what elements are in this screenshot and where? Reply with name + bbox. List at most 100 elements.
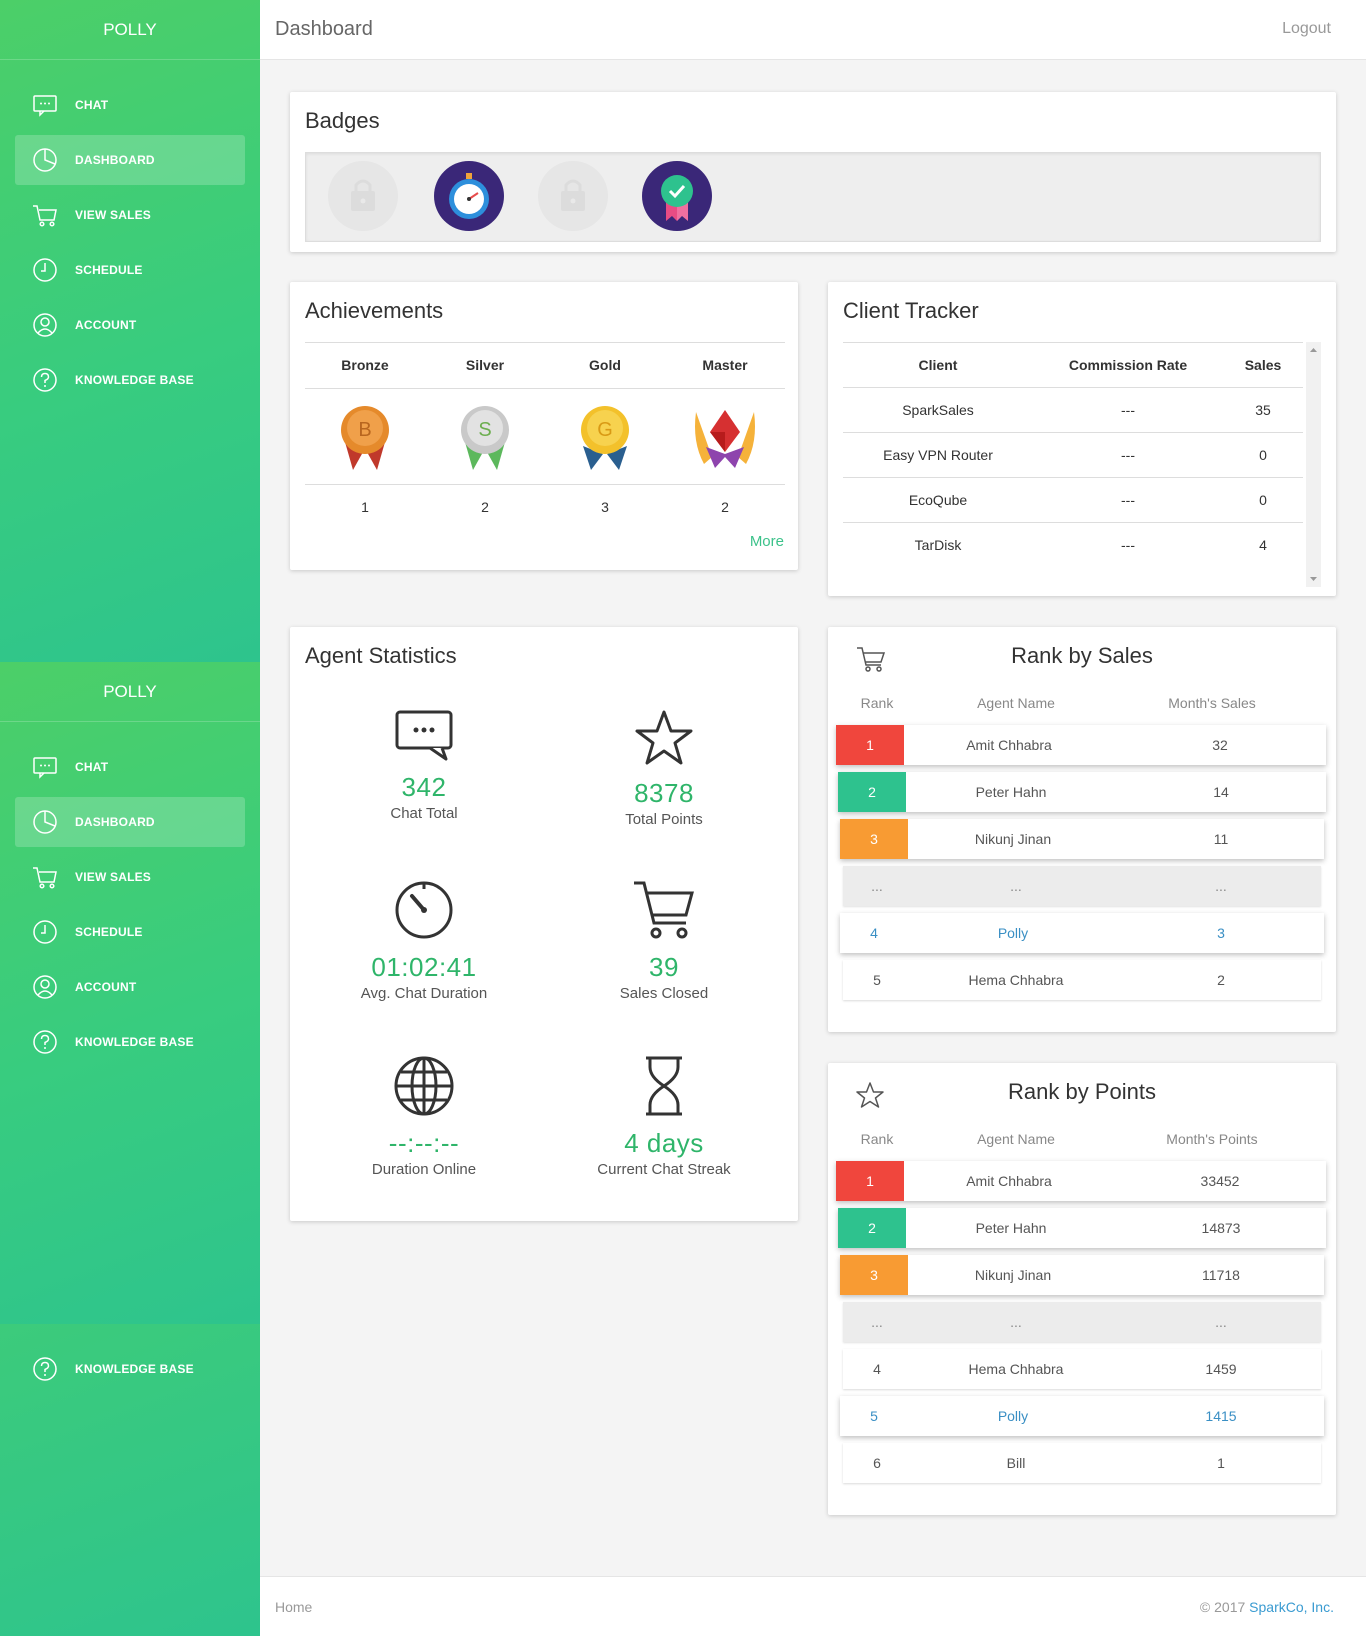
scroll-up-icon[interactable] — [1306, 344, 1321, 356]
stat-label: Chat Total — [390, 805, 458, 822]
sidebar-item-dashboard[interactable]: DASHBOARD — [15, 135, 245, 185]
table-row[interactable]: 5 Hema Chhabra 2 — [843, 960, 1321, 1000]
rank-number: 5 — [870, 1408, 878, 1424]
help-icon — [33, 368, 57, 392]
rank-number: 3 — [840, 819, 908, 859]
locked-badge-icon[interactable] — [328, 161, 398, 231]
commission-rate: --- — [1121, 447, 1135, 463]
sidebar-item-label: ACCOUNT — [75, 980, 137, 994]
sidebar-item-view-sales[interactable]: VIEW SALES — [15, 190, 245, 240]
help-icon — [33, 1357, 57, 1381]
client-name: TarDisk — [914, 537, 962, 553]
sidebar-item-view-sales[interactable]: VIEW SALES — [15, 852, 245, 902]
column-header: Sales — [1244, 357, 1282, 373]
table-row[interactable]: 3 Nikunj Jinan 11 — [840, 819, 1324, 859]
stat-label: Duration Online — [371, 1161, 477, 1178]
stat-duration-online: --:--:-- Duration Online — [304, 1055, 544, 1178]
badges-card: Badges — [290, 92, 1336, 252]
achievements-title: Achievements — [305, 298, 444, 323]
month-value: 11718 — [1202, 1267, 1240, 1283]
bronze-medal-icon: B — [341, 405, 389, 470]
agent-name: Peter Hahn — [975, 784, 1047, 800]
sidebar-item-schedule[interactable]: SCHEDULE — [15, 907, 245, 957]
sidebar-item-chat[interactable]: CHAT — [15, 742, 245, 792]
more-link[interactable]: More — [750, 533, 784, 550]
sidebar-item-label: ACCOUNT — [75, 318, 137, 332]
pie-chart-icon — [33, 148, 57, 172]
table-row[interactable]: TarDisk --- 4 — [843, 522, 1303, 567]
sidebar-item-account[interactable]: ACCOUNT — [15, 962, 245, 1012]
sidebar-panel: POLLY CHAT DASHBOARD VIEW SALES SCHEDULE… — [0, 662, 260, 1324]
rank-number: ... — [871, 878, 883, 894]
sidebar-item-knowledge-base[interactable]: KNOWLEDGE BASE — [15, 1344, 245, 1394]
top-bar: Dashboard Logout — [260, 0, 1366, 60]
locked-badge-icon[interactable] — [538, 161, 608, 231]
rank-by-sales-card: Rank by Sales Rank Agent Name Month's Sa… — [828, 627, 1336, 1032]
table-row-ellipsis: ... ... ... — [843, 1302, 1321, 1342]
rank-by-sales-title: Rank by Sales — [1011, 643, 1153, 668]
ribbon-check-badge-icon[interactable] — [642, 161, 712, 231]
table-row[interactable]: 1 Amit Chhabra 33452 — [836, 1161, 1326, 1201]
month-value: 14873 — [1201, 1220, 1241, 1236]
stat-value: 8378 — [634, 778, 694, 808]
company-link[interactable]: SparkCo, Inc. — [1249, 1599, 1334, 1615]
sidebar-item-dashboard[interactable]: DASHBOARD — [15, 797, 245, 847]
sidebar-item-schedule[interactable]: SCHEDULE — [15, 245, 245, 295]
stopwatch-badge-icon[interactable] — [434, 161, 504, 231]
scroll-down-icon[interactable] — [1306, 573, 1321, 585]
column-header: Agent Name — [977, 1131, 1055, 1147]
table-row[interactable]: 6 Bill 1 — [843, 1443, 1321, 1483]
user-icon — [33, 313, 57, 337]
cart-icon — [634, 881, 694, 939]
scrollbar[interactable] — [1306, 342, 1321, 587]
table-row[interactable]: EcoQube --- 0 — [843, 477, 1303, 522]
agent-name: Bill — [1006, 1455, 1026, 1471]
home-link[interactable]: Home — [275, 1599, 312, 1615]
brand-logo[interactable]: POLLY — [0, 0, 260, 60]
agent-name: Amit Chhabra — [966, 737, 1052, 753]
sales-count: 0 — [1259, 492, 1267, 508]
stat-chat-streak: 4 days Current Chat Streak — [544, 1055, 784, 1178]
sidebar: POLLY CHAT DASHBOARD VIEW SALES SCHEDULE… — [0, 0, 260, 1636]
sales-count: 4 — [1259, 537, 1267, 553]
sidebar-item-chat[interactable]: CHAT — [15, 80, 245, 130]
sidebar-item-label: SCHEDULE — [75, 925, 143, 939]
rank-number: 4 — [873, 1361, 881, 1377]
month-value: 33452 — [1200, 1173, 1240, 1189]
sidebar-item-account[interactable]: ACCOUNT — [15, 300, 245, 350]
agent-name: ... — [1010, 878, 1022, 894]
sidebar-item-knowledge-base[interactable]: KNOWLEDGE BASE — [15, 355, 245, 405]
month-value: ... — [1215, 878, 1227, 894]
table-row[interactable]: 4 Hema Chhabra 1459 — [843, 1349, 1321, 1389]
table-header: Client Commission Rate Sales — [843, 342, 1303, 387]
gold-medal-letter: G — [597, 419, 613, 441]
cart-icon — [33, 867, 57, 889]
logout-link[interactable]: Logout — [1282, 20, 1331, 38]
commission-rate: --- — [1121, 402, 1135, 418]
table-row-current-agent[interactable]: 4 Polly 3 — [840, 913, 1324, 953]
table-row[interactable]: 1 Amit Chhabra 32 — [836, 725, 1326, 765]
brand-logo[interactable]: POLLY — [0, 662, 260, 722]
bronze-count: 1 — [361, 499, 369, 515]
client-tracker-title: Client Tracker — [843, 298, 979, 323]
table-row[interactable]: 3 Nikunj Jinan 11718 — [840, 1255, 1324, 1295]
agent-name: Amit Chhabra — [966, 1173, 1052, 1189]
table-row[interactable]: SparkSales --- 35 — [843, 387, 1303, 432]
sales-count: 35 — [1255, 402, 1271, 418]
table-row-current-agent[interactable]: 5 Polly 1415 — [840, 1396, 1324, 1436]
table-row[interactable]: Easy VPN Router --- 0 — [843, 432, 1303, 477]
rank-number: 5 — [873, 972, 881, 988]
stat-value: --:--:-- — [388, 1128, 460, 1158]
table-row[interactable]: 2 Peter Hahn 14 — [838, 772, 1326, 812]
stat-label: Sales Closed — [619, 985, 709, 1002]
rank-by-points-title: Rank by Points — [1008, 1079, 1156, 1104]
sidebar-item-knowledge-base[interactable]: KNOWLEDGE BASE — [15, 1017, 245, 1067]
agent-name: Polly — [997, 1408, 1029, 1424]
stat-value: 342 — [401, 772, 447, 802]
table-row[interactable]: 2 Peter Hahn 14873 — [838, 1208, 1326, 1248]
achievements-table: Bronze Silver Gold Master B S G 1 2 3 2 — [305, 342, 785, 530]
chat-icon — [33, 95, 57, 117]
month-value: 1415 — [1205, 1408, 1237, 1424]
badges-well — [305, 152, 1321, 242]
stat-value: 4 days — [624, 1128, 704, 1158]
